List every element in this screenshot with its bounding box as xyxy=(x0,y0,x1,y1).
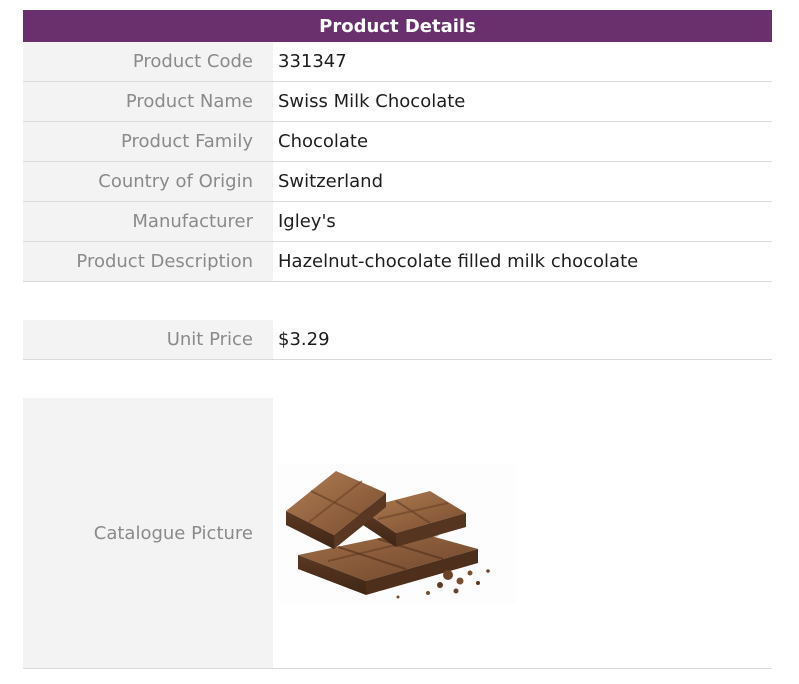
label-product-description: Product Description xyxy=(23,242,273,281)
row-product-description: Product Description Hazelnut-chocolate f… xyxy=(23,242,772,282)
label-manufacturer: Manufacturer xyxy=(23,202,273,241)
panel-header: Product Details xyxy=(23,10,772,42)
value-product-code: 331347 xyxy=(278,51,347,72)
label-product-family: Product Family xyxy=(23,122,273,161)
chocolate-picture xyxy=(278,463,516,603)
product-details-panel: Product Details Product Code 331347 Prod… xyxy=(23,10,772,669)
row-product-name: Product Name Swiss Milk Chocolate xyxy=(23,82,772,122)
row-catalogue-picture: Catalogue Picture xyxy=(23,398,772,669)
label-country-of-origin: Country of Origin xyxy=(23,162,273,201)
section-spacer-2 xyxy=(23,360,772,398)
label-product-name: Product Name xyxy=(23,82,273,121)
value-product-name: Swiss Milk Chocolate xyxy=(278,91,466,112)
row-manufacturer: Manufacturer Igley's xyxy=(23,202,772,242)
value-product-family: Chocolate xyxy=(278,131,369,152)
row-product-family: Product Family Chocolate xyxy=(23,122,772,162)
value-country-of-origin: Switzerland xyxy=(278,171,383,192)
label-catalogue-picture: Catalogue Picture xyxy=(23,398,273,668)
panel-title: Product Details xyxy=(319,15,476,37)
label-unit-price: Unit Price xyxy=(23,320,273,359)
value-manufacturer: Igley's xyxy=(278,211,336,232)
catalogue-picture-cell xyxy=(273,398,772,668)
row-product-code: Product Code 331347 xyxy=(23,42,772,82)
row-unit-price: Unit Price $3.29 xyxy=(23,320,772,360)
value-unit-price: $3.29 xyxy=(278,329,330,350)
row-country-of-origin: Country of Origin Switzerland xyxy=(23,162,772,202)
value-product-description: Hazelnut-chocolate filled milk chocolate xyxy=(278,251,639,272)
label-product-code: Product Code xyxy=(23,42,273,81)
